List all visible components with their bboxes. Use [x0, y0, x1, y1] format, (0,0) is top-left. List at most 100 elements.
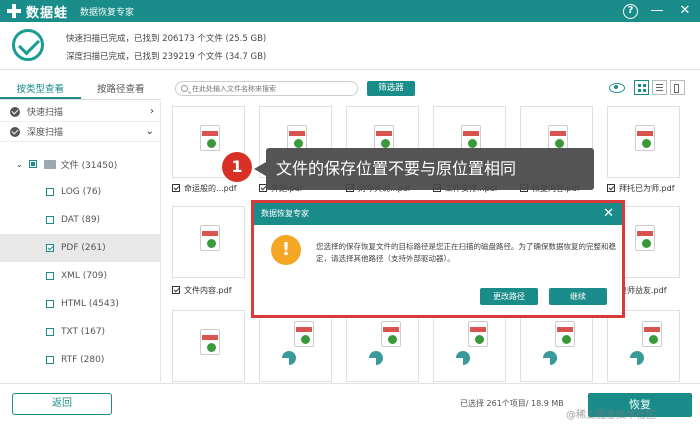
file-card[interactable]	[433, 310, 506, 382]
tree-item-pdf[interactable]: PDF (261)	[0, 234, 160, 262]
file-thumbnail[interactable]	[172, 206, 245, 278]
filter-button[interactable]: 筛选器	[367, 81, 415, 96]
tree-item-label: TXT (167)	[61, 327, 106, 337]
warning-dialog: 数据恢复专家 ✕ ! 您选择的保存恢复文件的目标路径是您正在扫描的磁盘路径。为了…	[251, 200, 625, 318]
file-checkbox[interactable]	[607, 184, 615, 192]
file-thumbnail[interactable]	[172, 310, 245, 382]
file-name: 拜托已为师.pdf	[619, 183, 675, 193]
back-button[interactable]: 返回	[12, 393, 112, 415]
quick-scan-summary: 快速扫描已完成，已找到 206173 个文件 (25.5 GB)	[66, 34, 267, 44]
view-tabs: 按类型查看 按路径查看	[0, 80, 161, 100]
sidebar-item-label: 深度扫描	[27, 128, 64, 138]
file-card[interactable]	[520, 310, 593, 382]
search-input[interactable]	[192, 82, 354, 95]
file-thumbnail[interactable]	[607, 310, 680, 382]
tree-item-label: 文件 (31450)	[60, 160, 118, 171]
close-window-button[interactable]: ✕	[676, 2, 694, 20]
pdf-file-icon	[200, 225, 220, 251]
file-thumbnail[interactable]	[259, 310, 332, 382]
dialog-header: 数据恢复专家 ✕	[254, 203, 622, 225]
tree-item-dat[interactable]: DAT (89)	[0, 206, 160, 234]
logo-text: 数据蛙	[26, 5, 69, 21]
tree-item-log[interactable]: LOG (76)	[0, 178, 160, 206]
detail-view-icon[interactable]	[670, 80, 685, 95]
tree-item-rtf[interactable]: RTF (280)	[0, 346, 160, 374]
tree-checkbox[interactable]	[46, 328, 54, 336]
warning-icon: !	[271, 235, 301, 265]
tab-by-path[interactable]: 按路径查看	[81, 80, 162, 99]
tree-checkbox[interactable]	[46, 300, 54, 308]
file-checkbox[interactable]	[172, 184, 180, 192]
dialog-title: 数据恢复专家	[261, 209, 309, 218]
tree-item-label: RTF (280)	[61, 355, 105, 365]
sidebar-item-deep-scan[interactable]: 深度扫描 ⌄	[0, 122, 160, 142]
file-name: 文件内容.pdf	[184, 285, 232, 295]
file-thumbnail[interactable]	[433, 310, 506, 382]
pdf-file-icon	[294, 321, 314, 347]
view-mode-switcher	[609, 80, 685, 95]
chevron-right-icon[interactable]: ›	[150, 106, 154, 117]
file-card[interactable]	[259, 310, 332, 382]
grid-view-icon[interactable]	[634, 80, 649, 95]
tree-item-txt[interactable]: TXT (167)	[0, 318, 160, 346]
pie-chart-icon	[369, 351, 383, 365]
pdf-file-icon	[200, 329, 220, 355]
file-checkbox[interactable]	[172, 286, 180, 294]
file-name: 良师益友.pdf	[619, 285, 667, 295]
tree-checkbox[interactable]	[46, 272, 54, 280]
tree-checkbox[interactable]	[46, 188, 54, 196]
title-bar: 数据蛙 数据恢复专家 ? — ✕	[0, 0, 700, 22]
file-thumbnail[interactable]	[346, 310, 419, 382]
file-card[interactable]: 命运般的...pdf	[172, 106, 245, 196]
tree-item-xml[interactable]: XML (709)	[0, 262, 160, 290]
caret-down-icon[interactable]: ⌄	[16, 160, 23, 169]
tree-item-html[interactable]: HTML (4543)	[0, 290, 160, 318]
check-dot-icon	[10, 126, 20, 137]
dialog-close-icon[interactable]: ✕	[603, 203, 614, 225]
step-number-badge: 1	[222, 152, 252, 182]
selection-info: 已选择 261个项目/ 18.9 MB	[460, 399, 564, 408]
chevron-down-icon[interactable]: ⌄	[146, 126, 154, 137]
eye-icon[interactable]	[609, 82, 625, 93]
scan-summary: 快速扫描已完成，已找到 206173 个文件 (25.5 GB) 深度扫描已完成…	[0, 22, 700, 70]
tree-checkbox[interactable]	[46, 216, 54, 224]
file-thumbnail[interactable]	[520, 310, 593, 382]
file-card[interactable]	[172, 310, 245, 382]
tree-item-label: DAT (89)	[61, 215, 101, 225]
pie-chart-icon	[630, 351, 644, 365]
file-card[interactable]	[346, 310, 419, 382]
tree-item-label: LOG (76)	[61, 187, 102, 197]
tree-checkbox[interactable]	[28, 160, 37, 168]
deep-scan-summary: 深度扫描已完成，已找到 239219 个文件 (34.7 GB)	[66, 52, 267, 62]
continue-button[interactable]: 继续	[549, 288, 607, 305]
file-card[interactable]: 拜托已为师.pdf	[607, 106, 680, 196]
tree-item-files[interactable]: ⌄ 文件 (31450)	[0, 150, 160, 178]
help-icon[interactable]: ?	[623, 3, 638, 19]
pdf-file-icon	[635, 225, 655, 251]
sidebar: 快速扫描 › 深度扫描 ⌄ ⌄ 文件 (31450) LOG (76) DAT …	[0, 102, 161, 382]
change-path-button[interactable]: 更改路径	[480, 288, 538, 305]
watermark: @稀土掘金技术社区	[566, 410, 656, 421]
pie-chart-icon	[282, 351, 296, 365]
pdf-file-icon	[468, 321, 488, 347]
list-view-icon[interactable]	[652, 80, 667, 95]
file-card[interactable]: 文件内容.pdf	[172, 206, 245, 298]
minimize-button[interactable]: —	[648, 2, 666, 20]
bottom-bar: 返回 已选择 261个项目/ 18.9 MB 恢复 @稀土掘金技术社区	[0, 383, 700, 427]
tab-by-type[interactable]: 按类型查看	[0, 80, 81, 99]
file-name: 命运般的...pdf	[184, 183, 237, 193]
check-circle-icon	[12, 29, 44, 61]
tree-checkbox[interactable]	[46, 356, 54, 364]
file-card[interactable]	[607, 310, 680, 382]
pie-chart-icon	[456, 351, 470, 365]
pdf-file-icon	[642, 321, 662, 347]
dialog-message: 您选择的保存恢复文件的目标路径是您正在扫描的磁盘路径。为了确保数据恢复的完整和稳…	[316, 242, 616, 263]
pdf-file-icon	[635, 125, 655, 151]
tree-checkbox[interactable]	[46, 244, 54, 252]
pdf-file-icon	[381, 321, 401, 347]
plus-logo-icon	[6, 3, 22, 19]
search-icon	[181, 85, 188, 92]
pie-chart-icon	[543, 351, 557, 365]
file-thumbnail[interactable]	[607, 106, 680, 178]
sidebar-item-quick-scan[interactable]: 快速扫描 ›	[0, 102, 160, 122]
